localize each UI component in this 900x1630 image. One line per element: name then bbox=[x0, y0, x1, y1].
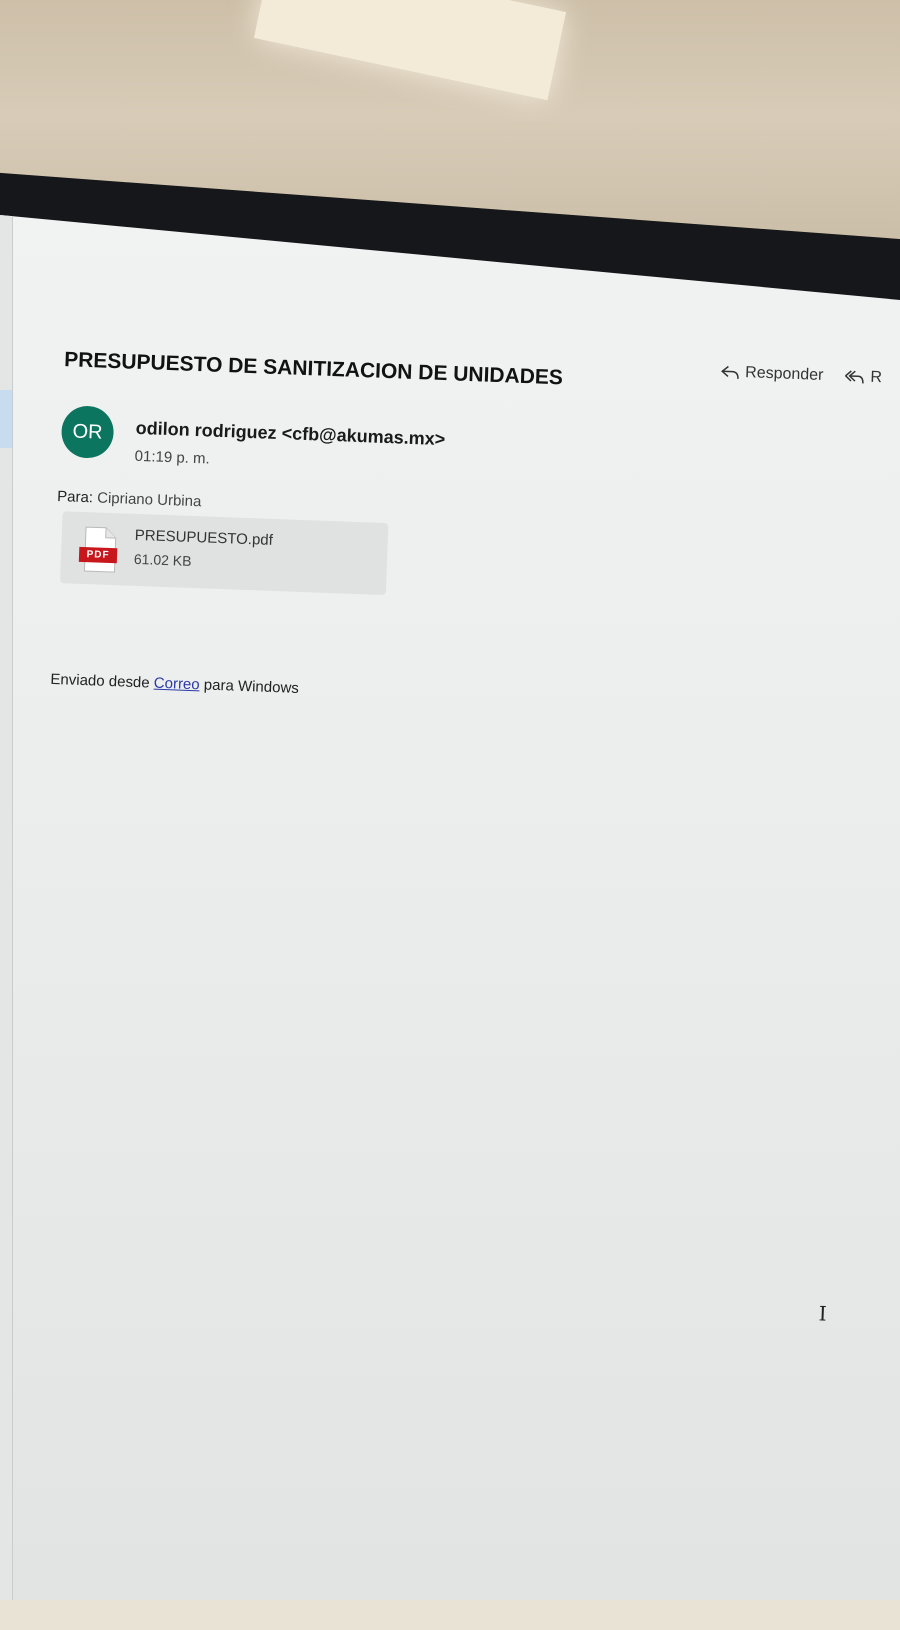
attachment-card[interactable]: PDF PRESUPUESTO.pdf 61.02 KB bbox=[60, 511, 389, 596]
recipients-line: Para: Cipriano Urbina bbox=[57, 488, 202, 510]
attachment-size: 61.02 KB bbox=[133, 550, 192, 569]
reply-all-label: R bbox=[870, 368, 883, 387]
mail-window: PRESUPUESTO DE SANITIZACION DE UNIDADES … bbox=[0, 215, 900, 1600]
text-cursor-icon: I bbox=[818, 1301, 828, 1326]
recipient-name[interactable]: Cipriano Urbina bbox=[97, 489, 202, 510]
reading-pane: PRESUPUESTO DE SANITIZACION DE UNIDADES … bbox=[0, 215, 900, 1600]
reply-label: Responder bbox=[744, 364, 824, 384]
email-subject: PRESUPUESTO DE SANITIZACION DE UNIDADES bbox=[63, 348, 564, 390]
sender-line[interactable]: odilon rodriguez <cfb@akumas.mx> bbox=[135, 418, 445, 450]
reply-all-icon bbox=[845, 370, 864, 384]
ceiling-light bbox=[253, 0, 567, 101]
sender-address: <cfb@akumas.mx> bbox=[281, 423, 446, 450]
attachment-filename: PRESUPUESTO.pdf bbox=[134, 526, 274, 549]
signature-prefix: Enviado desde bbox=[50, 670, 150, 692]
email-signature: Enviado desde Correo para Windows bbox=[50, 671, 299, 697]
correo-link[interactable]: Correo bbox=[154, 675, 200, 694]
pdf-badge: PDF bbox=[78, 546, 118, 564]
reply-button[interactable]: Responder bbox=[720, 363, 824, 385]
sender-avatar[interactable]: OR bbox=[60, 405, 115, 459]
reply-icon bbox=[721, 365, 739, 379]
signature-suffix: para Windows bbox=[203, 676, 300, 697]
avatar-initials: OR bbox=[72, 420, 103, 444]
reply-all-button[interactable]: R bbox=[845, 368, 882, 387]
pdf-file-icon: PDF bbox=[78, 526, 118, 573]
to-label: Para: bbox=[56, 487, 94, 507]
email-time: 01:19 p. m. bbox=[134, 447, 211, 468]
message-actions: Responder R bbox=[720, 363, 882, 387]
sender-name: odilon rodriguez bbox=[135, 417, 278, 443]
